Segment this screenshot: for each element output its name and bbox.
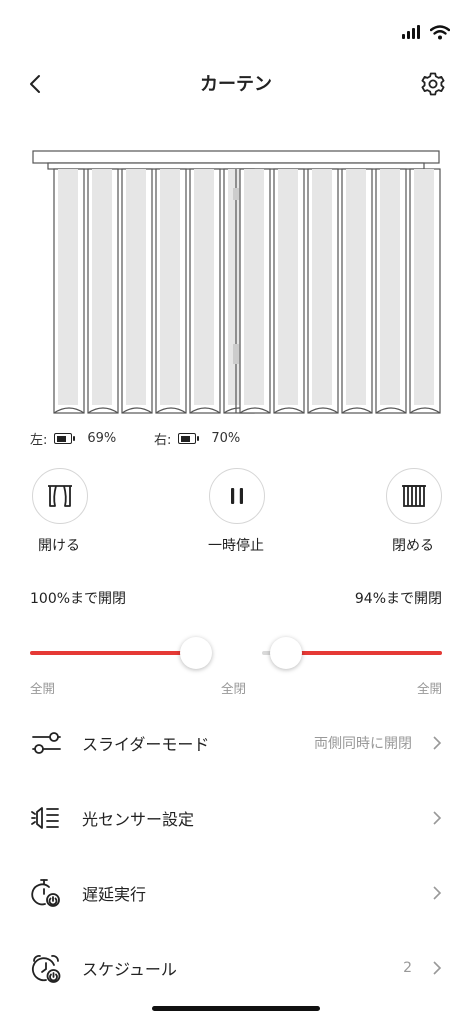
slider-label-open-right: 全開 — [416, 681, 442, 696]
close-button[interactable] — [386, 468, 442, 524]
right-slider-text: 94%まで開閉 — [354, 591, 442, 607]
open-label: 開ける — [38, 538, 80, 554]
open-button[interactable] — [32, 468, 88, 524]
right-slider-fill — [286, 651, 442, 655]
schedule-count: 2 — [403, 960, 412, 976]
light-sensor-label: 光センサー設定 — [82, 810, 195, 829]
pause-button[interactable] — [209, 468, 265, 524]
chevron-right-icon — [433, 736, 442, 750]
home-indicator — [152, 1006, 320, 1011]
close-label: 閉める — [392, 538, 434, 554]
timer-icon — [28, 875, 64, 911]
left-battery-percent: 69% — [87, 431, 117, 446]
gear-icon[interactable] — [420, 70, 446, 98]
slider-mode-row[interactable]: スライダーモード 両側同時に開閉 — [0, 711, 472, 775]
alarm-clock-icon — [28, 950, 64, 986]
schedule-label: スケジュール — [82, 960, 177, 979]
slider-mode-label: スライダーモード — [82, 735, 210, 754]
battery-icon — [178, 433, 200, 444]
delay-run-label: 遅延実行 — [82, 885, 147, 904]
curtain-open-icon — [48, 485, 72, 507]
chevron-right-icon — [433, 886, 442, 900]
slider-label-closed: 全閉 — [221, 681, 247, 696]
left-slider-track[interactable] — [30, 651, 196, 655]
chevron-right-icon — [433, 811, 442, 825]
sliders-icon — [28, 725, 64, 761]
left-battery-label: 左: — [30, 433, 48, 448]
delay-run-row[interactable]: 遅延実行 — [0, 861, 472, 925]
left-slider-text: 100%まで開閉 — [30, 591, 127, 607]
light-sensor-icon — [28, 800, 64, 836]
page-title: カーテン — [200, 74, 272, 95]
status-bar — [402, 20, 450, 44]
wifi-icon — [430, 24, 450, 39]
pause-icon — [231, 488, 243, 504]
left-slider-thumb[interactable] — [180, 637, 212, 669]
chevron-right-icon — [433, 961, 442, 975]
signal-icon — [402, 25, 420, 39]
schedule-row[interactable]: スケジュール 2 — [0, 936, 472, 1000]
curtain-closed-icon — [402, 485, 426, 507]
left-battery: 左: 69% — [30, 429, 116, 448]
pause-label: 一時停止 — [208, 538, 264, 554]
curtain-illustration — [32, 150, 441, 414]
right-battery: 右: 70% — [154, 429, 240, 448]
right-slider-thumb[interactable] — [270, 637, 302, 669]
right-battery-percent: 70% — [211, 431, 241, 446]
light-sensor-row[interactable]: 光センサー設定 — [0, 786, 472, 850]
battery-icon — [54, 433, 76, 444]
right-battery-label: 右: — [154, 433, 172, 448]
slider-label-open-left: 全開 — [30, 681, 56, 696]
slider-mode-value: 両側同時に開閉 — [314, 736, 412, 752]
